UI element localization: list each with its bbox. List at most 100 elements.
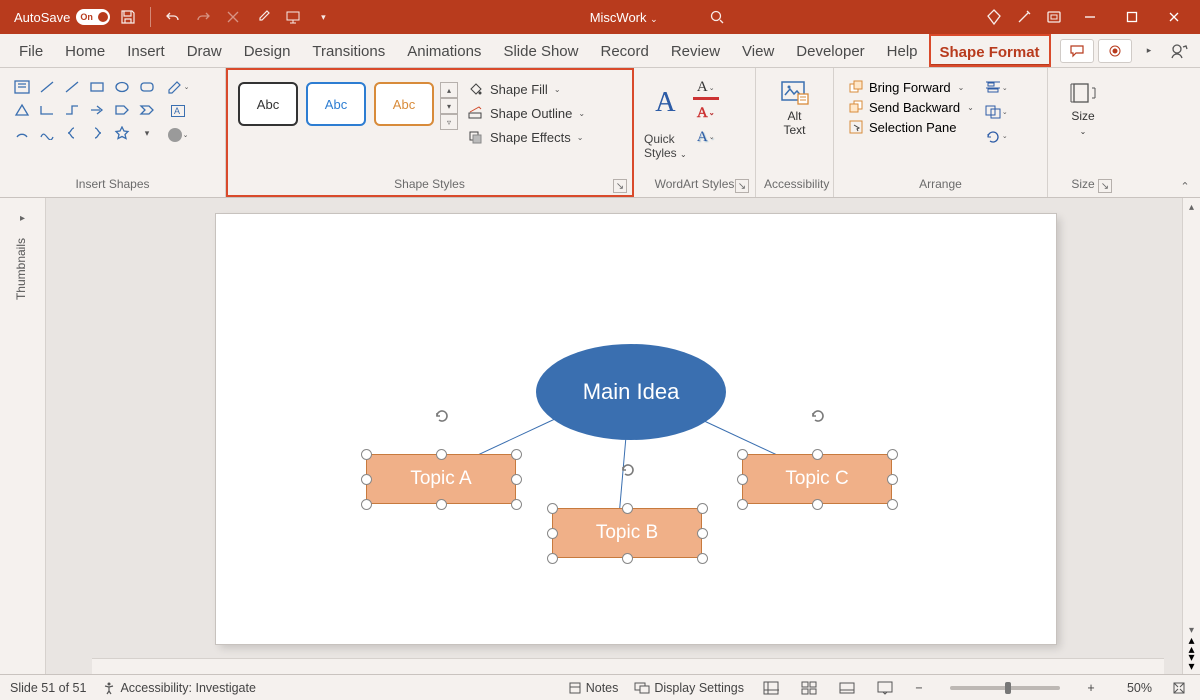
shape-oval-icon[interactable] bbox=[110, 76, 134, 98]
selection-handle[interactable] bbox=[361, 499, 372, 510]
text-effects-icon[interactable]: A⌄ bbox=[693, 126, 719, 148]
tab-view[interactable]: View bbox=[731, 34, 785, 67]
rotate-handle-icon[interactable] bbox=[809, 406, 827, 424]
bring-forward-button[interactable]: Bring Forward⌄ bbox=[846, 78, 976, 96]
shape-line2-icon[interactable] bbox=[60, 76, 84, 98]
slide-canvas[interactable]: Main Idea Topic A Topic B bbox=[46, 198, 1182, 674]
zoom-value[interactable]: 50% bbox=[1114, 681, 1152, 695]
display-settings-button[interactable]: Display Settings bbox=[634, 681, 744, 695]
shape-star-icon[interactable] bbox=[110, 122, 134, 144]
shape-elbow2-icon[interactable] bbox=[60, 99, 84, 121]
tab-design[interactable]: Design bbox=[233, 34, 302, 67]
selection-handle[interactable] bbox=[361, 449, 372, 460]
align-icon[interactable]: ⌄ bbox=[984, 78, 1008, 98]
selection-handle[interactable] bbox=[622, 503, 633, 514]
selection-handle[interactable] bbox=[511, 449, 522, 460]
selection-pane-button[interactable]: Selection Pane bbox=[846, 118, 976, 136]
tab-help[interactable]: Help bbox=[876, 34, 929, 67]
selection-handle[interactable] bbox=[436, 499, 447, 510]
rotate-icon[interactable]: ⌄ bbox=[984, 126, 1008, 146]
accessibility-status[interactable]: Accessibility: Investigate bbox=[102, 681, 255, 695]
shape-topic-a[interactable]: Topic A bbox=[366, 454, 516, 504]
minimize-button[interactable] bbox=[1072, 2, 1108, 32]
tab-draw[interactable]: Draw bbox=[176, 34, 233, 67]
shape-brace1-icon[interactable] bbox=[60, 122, 84, 144]
horizontal-scrollbar[interactable] bbox=[92, 658, 1164, 674]
shape-line-icon[interactable] bbox=[35, 76, 59, 98]
sorter-view-icon[interactable] bbox=[798, 678, 820, 698]
wordart-launcher[interactable]: ↘ bbox=[735, 179, 749, 193]
style-preset-3[interactable]: Abc bbox=[374, 82, 434, 126]
slide[interactable]: Main Idea Topic A Topic B bbox=[216, 214, 1056, 644]
next-slide-icon[interactable]: ▾▾ bbox=[1188, 653, 1194, 670]
normal-view-icon[interactable] bbox=[760, 678, 782, 698]
shape-topic-c[interactable]: Topic C bbox=[742, 454, 892, 504]
fit-window-icon[interactable] bbox=[1168, 678, 1190, 698]
slideshow-view-icon[interactable] bbox=[874, 678, 896, 698]
zoom-slider[interactable] bbox=[950, 686, 1060, 690]
shape-textbox-icon[interactable] bbox=[10, 76, 34, 98]
gallery-more-icon[interactable]: ▿ bbox=[440, 114, 458, 130]
reading-view-icon[interactable] bbox=[836, 678, 858, 698]
tab-review[interactable]: Review bbox=[660, 34, 731, 67]
save-icon[interactable] bbox=[116, 5, 140, 29]
style-gallery-scroll[interactable]: ▴ ▾ ▿ bbox=[440, 72, 458, 130]
rotate-handle-icon[interactable] bbox=[433, 406, 451, 424]
textbox-icon[interactable]: A bbox=[165, 100, 191, 122]
selection-handle[interactable] bbox=[511, 499, 522, 510]
expand-thumbnails-icon[interactable]: ▸ bbox=[16, 206, 30, 230]
window-mode-icon[interactable] bbox=[1042, 5, 1066, 29]
diamond-icon[interactable] bbox=[982, 5, 1006, 29]
comments-button[interactable] bbox=[1060, 39, 1094, 63]
eyedropper-icon[interactable] bbox=[251, 5, 275, 29]
shape-triangle-icon[interactable] bbox=[10, 99, 34, 121]
edit-shape-icon[interactable]: ⌄ bbox=[165, 76, 191, 98]
tab-home[interactable]: Home bbox=[54, 34, 116, 67]
search-icon[interactable] bbox=[706, 6, 728, 28]
zoom-out-button[interactable]: − bbox=[912, 681, 926, 695]
group-icon[interactable]: ⌄ bbox=[984, 102, 1008, 122]
selection-handle[interactable] bbox=[547, 528, 558, 539]
gallery-up-icon[interactable]: ▴ bbox=[440, 82, 458, 98]
style-preset-2[interactable]: Abc bbox=[306, 82, 366, 126]
record-button[interactable] bbox=[1098, 39, 1132, 63]
selection-handle[interactable] bbox=[812, 449, 823, 460]
selection-handle[interactable] bbox=[737, 474, 748, 485]
wordart-quick-styles[interactable]: A bbox=[645, 76, 685, 130]
shape-arrow-icon[interactable] bbox=[85, 99, 109, 121]
text-outline-icon[interactable]: A⌄ bbox=[693, 102, 719, 124]
selection-handle[interactable] bbox=[737, 499, 748, 510]
selection-handle[interactable] bbox=[887, 449, 898, 460]
share-icon[interactable] bbox=[1166, 38, 1192, 64]
shape-effects-button[interactable]: Shape Effects⌄ bbox=[462, 126, 589, 148]
shape-fill-button[interactable]: Shape Fill⌄ bbox=[462, 78, 589, 100]
style-preset-1[interactable]: Abc bbox=[238, 82, 298, 126]
tab-slideshow[interactable]: Slide Show bbox=[492, 34, 589, 67]
merge-shapes-icon[interactable]: ⌄ bbox=[165, 124, 191, 146]
rotate-handle-icon[interactable] bbox=[619, 460, 637, 478]
shape-topic-b[interactable]: Topic B bbox=[552, 508, 702, 558]
scroll-up-icon[interactable]: ▴ bbox=[1189, 202, 1194, 213]
tail-chevron-icon[interactable]: ▸ bbox=[1136, 38, 1162, 64]
shape-pentagon-icon[interactable] bbox=[110, 99, 134, 121]
shape-curve-icon[interactable] bbox=[35, 122, 59, 144]
selection-handle[interactable] bbox=[511, 474, 522, 485]
shape-outline-button[interactable]: Shape Outline⌄ bbox=[462, 102, 589, 124]
shape-more-icon[interactable]: ▾ bbox=[135, 122, 159, 144]
shape-main-idea[interactable]: Main Idea bbox=[536, 344, 726, 440]
document-title[interactable]: MiscWork ⌄ bbox=[590, 10, 658, 25]
selection-handle[interactable] bbox=[697, 528, 708, 539]
shape-style-gallery[interactable]: Abc Abc Abc bbox=[234, 72, 438, 126]
tab-transitions[interactable]: Transitions bbox=[301, 34, 396, 67]
tab-developer[interactable]: Developer bbox=[785, 34, 875, 67]
slide-indicator[interactable]: Slide 51 of 51 bbox=[10, 681, 86, 695]
present-icon[interactable] bbox=[281, 5, 305, 29]
selection-handle[interactable] bbox=[697, 553, 708, 564]
selection-handle[interactable] bbox=[887, 474, 898, 485]
alt-text-button[interactable]: AltText bbox=[768, 72, 822, 138]
shape-arc-icon[interactable] bbox=[10, 122, 34, 144]
selection-handle[interactable] bbox=[547, 503, 558, 514]
size-launcher[interactable]: ↘ bbox=[1098, 179, 1112, 193]
selection-handle[interactable] bbox=[361, 474, 372, 485]
selection-handle[interactable] bbox=[622, 553, 633, 564]
